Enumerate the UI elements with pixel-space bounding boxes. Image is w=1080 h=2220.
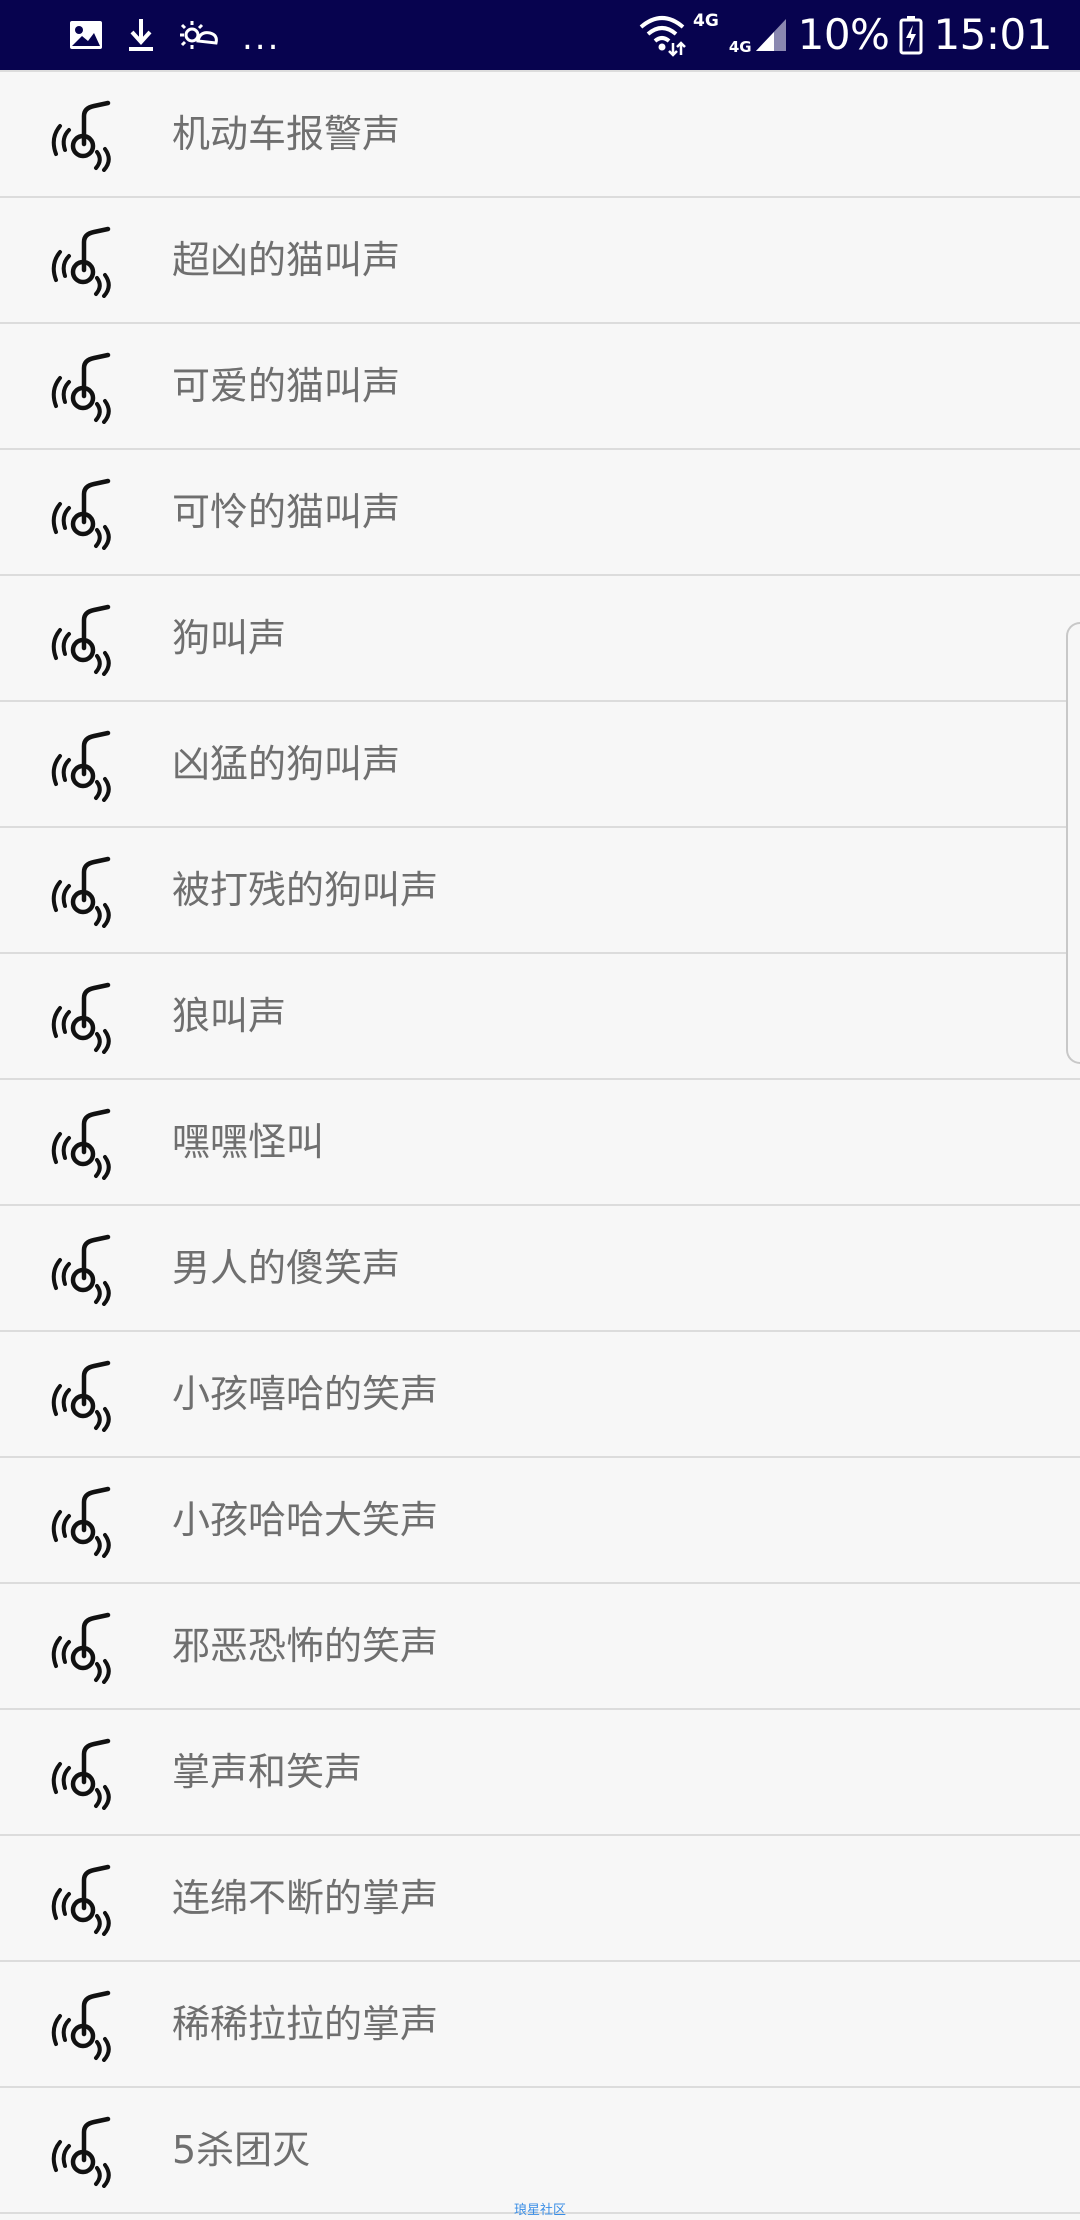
network-type-label-secondary: 4G [728, 38, 752, 56]
list-item-label: 小孩嘻哈的笑声 [172, 1372, 439, 1416]
list-item-label: 可怜的猫叫声 [172, 490, 401, 534]
scrollbar-handle[interactable] [1066, 622, 1080, 1064]
list-item[interactable]: 凶猛的狗叫声 [0, 702, 1080, 828]
sound-note-icon [50, 478, 122, 550]
list-item-label: 掌声和笑声 [172, 1750, 363, 1794]
download-icon [126, 17, 156, 53]
network-type-label: 4G [693, 11, 719, 31]
list-item[interactable]: 男人的傻笑声 [0, 1206, 1080, 1332]
watermark: 琅星社区 [513, 2203, 566, 2218]
list-item-label: 邪恶恐怖的笑声 [172, 1624, 439, 1668]
list-item[interactable]: 狗叫声 [0, 576, 1080, 702]
list-item[interactable]: 可怜的猫叫声 [0, 450, 1080, 576]
list-item-label: 连绵不断的掌声 [172, 1876, 439, 1920]
list-item-label: 狗叫声 [172, 616, 287, 660]
sound-note-icon [50, 100, 122, 172]
sound-note-icon [50, 1738, 122, 1810]
list-item[interactable]: 5杀团灭 [0, 2088, 1080, 2214]
sound-note-icon [50, 856, 122, 928]
list-item-label: 嘿嘿怪叫 [172, 1120, 325, 1164]
notification-icons: ... [68, 10, 280, 60]
list-item-label: 男人的傻笑声 [172, 1246, 401, 1290]
sound-note-icon [50, 604, 122, 676]
list-item[interactable]: 狼叫声 [0, 954, 1080, 1080]
alarm-weather-icon [178, 17, 220, 53]
sound-note-icon [50, 1360, 122, 1432]
list-item[interactable]: 可爱的猫叫声 [0, 324, 1080, 450]
sound-note-icon [50, 1990, 122, 2062]
list-item-label: 5杀团灭 [172, 2128, 311, 2172]
battery-charging-icon [899, 15, 923, 55]
sound-note-icon [50, 1612, 122, 1684]
list-item[interactable]: 小孩哈哈大笑声 [0, 1458, 1080, 1584]
battery-percentage: 10% [797, 10, 890, 59]
wifi-icon [637, 13, 687, 57]
list-item[interactable]: 机动车报警声 [0, 72, 1080, 198]
list-item-label: 被打残的狗叫声 [172, 868, 439, 912]
list-item[interactable]: 掌声和笑声 [0, 1710, 1080, 1836]
sound-note-icon [50, 1486, 122, 1558]
sound-note-icon [50, 1234, 122, 1306]
clock: 15:01 [933, 10, 1052, 59]
sound-note-icon [50, 982, 122, 1054]
system-icons: 4G 4G 10% 15:01 [637, 8, 1052, 62]
signal-strength-icon [754, 17, 788, 53]
list-item-label: 稀稀拉拉的掌声 [172, 2002, 439, 2046]
image-icon [68, 19, 104, 51]
status-bar: ... 4G 4G 10% 15:01 [0, 0, 1080, 70]
sound-note-icon [50, 2116, 122, 2188]
sound-note-icon [50, 730, 122, 802]
list-item[interactable]: 小孩嘻哈的笑声 [0, 1332, 1080, 1458]
list-item-label: 凶猛的狗叫声 [172, 742, 401, 786]
list-item[interactable]: 被打残的狗叫声 [0, 828, 1080, 954]
sound-note-icon [50, 352, 122, 424]
list-item-label: 超凶的猫叫声 [172, 238, 401, 282]
list-item-label: 可爱的猫叫声 [172, 364, 401, 408]
sound-note-icon [50, 1108, 122, 1180]
list-item-label: 狼叫声 [172, 994, 287, 1038]
list-item-label: 机动车报警声 [172, 112, 401, 156]
sound-note-icon [50, 1864, 122, 1936]
list-item[interactable]: 嘿嘿怪叫 [0, 1080, 1080, 1206]
list-item[interactable]: 稀稀拉拉的掌声 [0, 1962, 1080, 2088]
list-item[interactable]: 超凶的猫叫声 [0, 198, 1080, 324]
sound-list: 机动车报警声 超凶的猫叫声 可爱的猫叫声 可怜的猫叫声 狗叫声 凶猛的狗叫声 被… [0, 70, 1080, 2214]
list-item[interactable]: 连绵不断的掌声 [0, 1836, 1080, 1962]
sound-note-icon [50, 226, 122, 298]
more-notifications: ... [242, 18, 281, 58]
list-item-label: 小孩哈哈大笑声 [172, 1498, 439, 1542]
list-item[interactable]: 邪恶恐怖的笑声 [0, 1584, 1080, 1710]
